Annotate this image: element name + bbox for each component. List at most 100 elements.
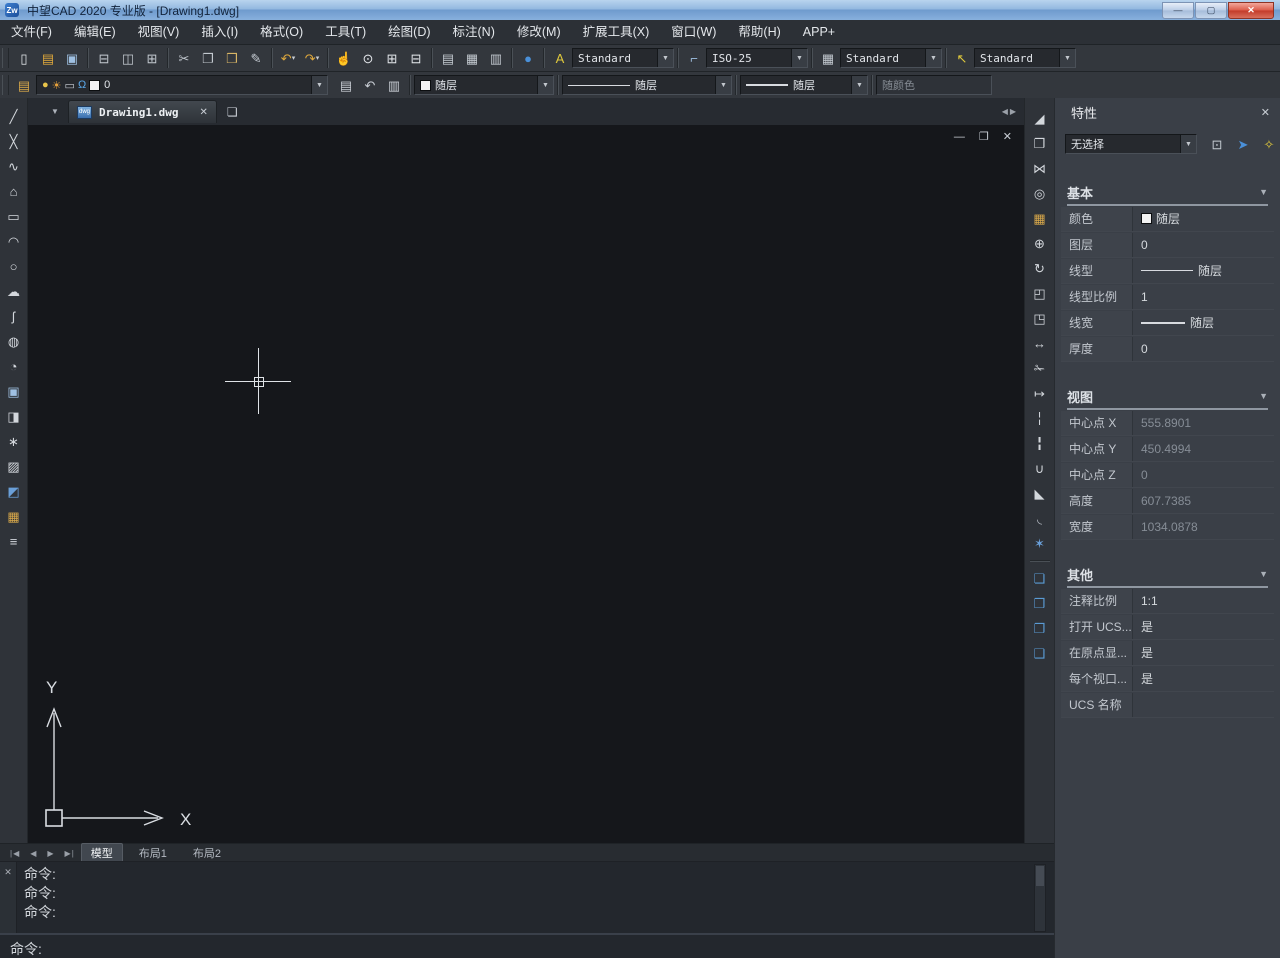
- menu-item-4[interactable]: 格式(O): [249, 20, 314, 44]
- layout-nav-prev-icon[interactable]: ◀: [30, 849, 37, 858]
- toolbar-grip[interactable]: [2, 48, 9, 68]
- prop-value[interactable]: 1:1: [1133, 594, 1158, 608]
- spline-button[interactable]: ʃ: [2, 304, 26, 328]
- break-button[interactable]: ╏: [1028, 431, 1052, 455]
- command-divider[interactable]: [0, 933, 1054, 935]
- tab-scroll-buttons[interactable]: ◀▶: [1002, 107, 1018, 116]
- join-button[interactable]: ∪: [1028, 456, 1052, 480]
- layer-previous-button[interactable]: ↶: [358, 73, 382, 97]
- menu-item-0[interactable]: 文件(F): [0, 20, 63, 44]
- redo-dropdown-arrow[interactable]: ▾: [316, 54, 320, 62]
- match-properties-button[interactable]: ✎: [244, 46, 268, 70]
- chamfer-button[interactable]: ◣: [1028, 481, 1052, 505]
- prop-value[interactable]: 0: [1133, 342, 1148, 356]
- prop-value[interactable]: 随层: [1133, 314, 1214, 331]
- save-button[interactable]: ▣: [60, 46, 84, 70]
- document-tab[interactable]: dwg Drawing1.dwg ✕: [68, 100, 217, 123]
- text-style-dropdown-arrow[interactable]: ▼: [657, 49, 673, 67]
- selection-filter-dropdown-arrow[interactable]: ▼: [1180, 135, 1196, 153]
- erase-button[interactable]: ◢: [1028, 106, 1052, 130]
- prop-value[interactable]: 随层: [1133, 210, 1180, 227]
- properties-palette-button[interactable]: ▤: [436, 46, 460, 70]
- color-dropdown-arrow[interactable]: ▼: [537, 76, 553, 94]
- move-button[interactable]: ⊕: [1028, 231, 1052, 255]
- text-style-button[interactable]: A: [548, 46, 572, 70]
- line-button[interactable]: ╱: [2, 104, 26, 128]
- table-style-button[interactable]: ▦: [816, 46, 840, 70]
- command-scrollbar-thumb[interactable]: [1036, 866, 1044, 886]
- document-tab-close-icon[interactable]: ✕: [199, 107, 207, 118]
- dim-style-button[interactable]: ⌐: [682, 46, 706, 70]
- rectangle-button[interactable]: ▭: [2, 204, 26, 228]
- scale-button[interactable]: ◰: [1028, 281, 1052, 305]
- prop-value[interactable]: 1: [1133, 290, 1148, 304]
- paste-button[interactable]: ❒: [220, 46, 244, 70]
- construction-line-button[interactable]: ╳: [2, 129, 26, 153]
- layer-states-button[interactable]: ▤: [334, 73, 358, 97]
- prop-value[interactable]: 是: [1133, 670, 1153, 687]
- extend-button[interactable]: ↦: [1028, 381, 1052, 405]
- table-button[interactable]: ▦: [2, 504, 26, 528]
- zoom-previous-button[interactable]: ⊟: [404, 46, 428, 70]
- dim-style-select[interactable]: ISO-25 ▼: [706, 48, 808, 68]
- section-other[interactable]: 其他 ▼: [1067, 562, 1268, 588]
- section-view[interactable]: 视图 ▼: [1067, 384, 1268, 410]
- menu-item-3[interactable]: 插入(I): [190, 20, 249, 44]
- array-button[interactable]: ▦: [1028, 206, 1052, 230]
- plot-preview-button[interactable]: ◫: [116, 46, 140, 70]
- layout-nav-last-icon[interactable]: ▶|: [65, 849, 75, 858]
- polygon-button[interactable]: ⌂: [2, 179, 26, 203]
- menu-item-5[interactable]: 工具(T): [314, 20, 377, 44]
- prop-value[interactable]: 是: [1133, 618, 1153, 635]
- prop-value[interactable]: 450.4994: [1133, 442, 1191, 456]
- zoom-window-button[interactable]: ⊞: [380, 46, 404, 70]
- prop-value[interactable]: 随层: [1133, 262, 1222, 279]
- new-file-button[interactable]: ▯: [12, 46, 36, 70]
- design-center-button[interactable]: ▦: [460, 46, 484, 70]
- toolbar-grip[interactable]: [2, 75, 9, 95]
- undo-button[interactable]: ↶▾: [276, 46, 300, 70]
- section-basic[interactable]: 基本 ▼: [1067, 180, 1268, 206]
- menu-item-12[interactable]: APP+: [792, 20, 846, 44]
- trim-button[interactable]: ✁: [1028, 356, 1052, 380]
- linetype-dropdown-arrow[interactable]: ▼: [715, 76, 731, 94]
- prop-value[interactable]: 是: [1133, 644, 1153, 661]
- pan-button[interactable]: ☝: [332, 46, 356, 70]
- command-input[interactable]: 命令:: [10, 939, 42, 958]
- publish-button[interactable]: ⊞: [140, 46, 164, 70]
- layout-nav-first-icon[interactable]: |◀: [10, 849, 20, 858]
- mleader-style-dropdown-arrow[interactable]: ▼: [1059, 49, 1075, 67]
- prop-value[interactable]: 0: [1133, 468, 1148, 482]
- gradient-button[interactable]: ◩: [2, 479, 26, 503]
- arc-button[interactable]: ◠: [2, 229, 26, 253]
- revision-cloud-button[interactable]: ☁: [2, 279, 26, 303]
- menu-item-2[interactable]: 视图(V): [127, 20, 191, 44]
- bring-above-objects-button[interactable]: ❐: [1028, 616, 1052, 640]
- explode-button[interactable]: ✶: [1028, 531, 1052, 555]
- tab-layout1[interactable]: 布局1: [129, 843, 177, 863]
- quick-select-button[interactable]: ✧: [1257, 132, 1280, 156]
- ellipse-button[interactable]: ◍: [2, 329, 26, 353]
- cut-button[interactable]: ✂: [172, 46, 196, 70]
- layer-isolate-button[interactable]: ▥: [382, 73, 406, 97]
- mleader-style-button[interactable]: ↖: [950, 46, 974, 70]
- hatch-button[interactable]: ▨: [2, 454, 26, 478]
- table-style-select[interactable]: Standard ▼: [840, 48, 942, 68]
- zoom-realtime-button[interactable]: ⊙: [356, 46, 380, 70]
- section-other-collapse-icon[interactable]: ▼: [1259, 569, 1268, 579]
- rotate-button[interactable]: ↻: [1028, 256, 1052, 280]
- linetype-control[interactable]: 随层 ▼: [562, 75, 732, 95]
- layer-dropdown-arrow[interactable]: ▼: [311, 76, 327, 94]
- stretch-button[interactable]: ◳: [1028, 306, 1052, 330]
- section-view-collapse-icon[interactable]: ▼: [1259, 391, 1268, 401]
- toggle-pickadd-button[interactable]: ⊡: [1205, 132, 1229, 156]
- lineweight-control[interactable]: 随层 ▼: [740, 75, 868, 95]
- undo-dropdown-arrow[interactable]: ▾: [292, 54, 296, 62]
- layout-nav-next-icon[interactable]: ▶: [47, 849, 54, 858]
- prop-value[interactable]: 1034.0878: [1133, 520, 1198, 534]
- open-folder-button[interactable]: ▤: [36, 46, 60, 70]
- ellipse-arc-button[interactable]: ◔: [2, 354, 26, 378]
- new-document-tab-button[interactable]: ❏: [227, 105, 238, 119]
- plot-button[interactable]: ⊟: [92, 46, 116, 70]
- menu-item-8[interactable]: 修改(M): [506, 20, 572, 44]
